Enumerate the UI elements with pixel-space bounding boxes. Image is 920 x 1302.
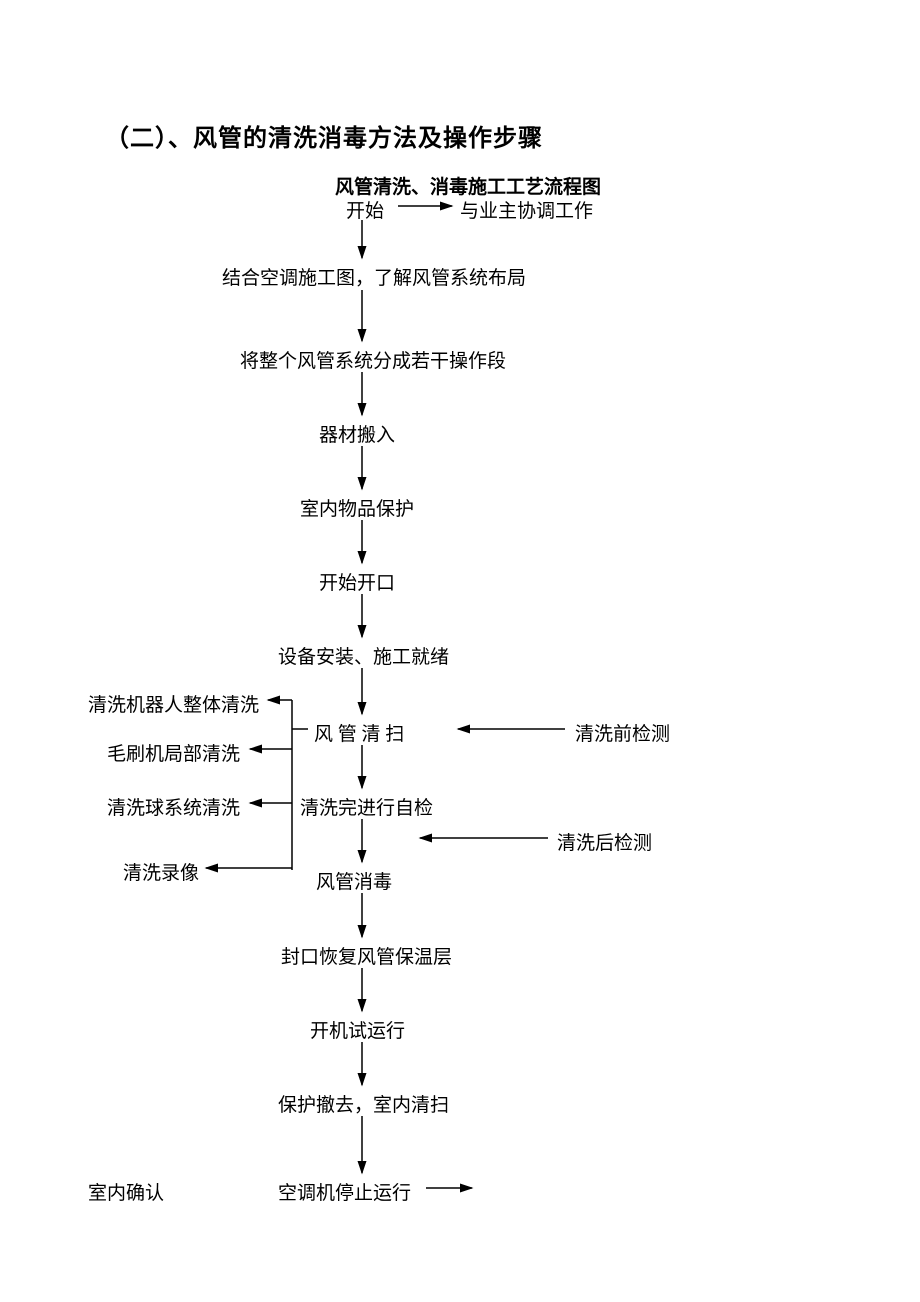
node-side-right2: 清洗后检测 <box>557 828 652 855</box>
node-step10: 封口恢复风管保温层 <box>281 942 452 969</box>
node-step13: 空调机停止运行 <box>278 1178 411 1205</box>
flowchart-page: （二）、风管的清洗消毒方法及操作步骤 风管清洗、消毒施工工艺流程图 开始 与业主… <box>0 0 920 1302</box>
node-side-left1: 清洗机器人整体清洗 <box>88 690 259 717</box>
node-step6: 设备安装、施工就绪 <box>278 642 449 669</box>
node-step3: 器材搬入 <box>319 420 395 447</box>
node-step9: 风管消毒 <box>316 867 392 894</box>
flow-title: 风管清洗、消毒施工工艺流程图 <box>335 172 601 199</box>
node-side-left4: 清洗录像 <box>123 858 199 885</box>
node-side-left3: 清洗球系统清洗 <box>107 793 240 820</box>
node-step2: 将整个风管系统分成若干操作段 <box>240 346 506 373</box>
node-step7: 风 管 清 扫 <box>314 719 404 746</box>
node-side-left2: 毛刷机局部清洗 <box>107 739 240 766</box>
section-title: （二）、风管的清洗消毒方法及操作步骤 <box>105 118 543 153</box>
node-step8: 清洗完进行自检 <box>300 793 433 820</box>
node-step11: 开机试运行 <box>310 1016 405 1043</box>
node-step4: 室内物品保护 <box>300 494 414 521</box>
node-step5: 开始开口 <box>319 568 395 595</box>
node-coord: 与业主协调工作 <box>460 196 593 223</box>
node-step1: 结合空调施工图，了解风管系统布局 <box>222 263 526 290</box>
node-confirm: 室内确认 <box>88 1178 164 1205</box>
node-start: 开始 <box>346 196 384 223</box>
node-step12: 保护撤去，室内清扫 <box>278 1090 449 1117</box>
node-side-right1: 清洗前检测 <box>575 719 670 746</box>
